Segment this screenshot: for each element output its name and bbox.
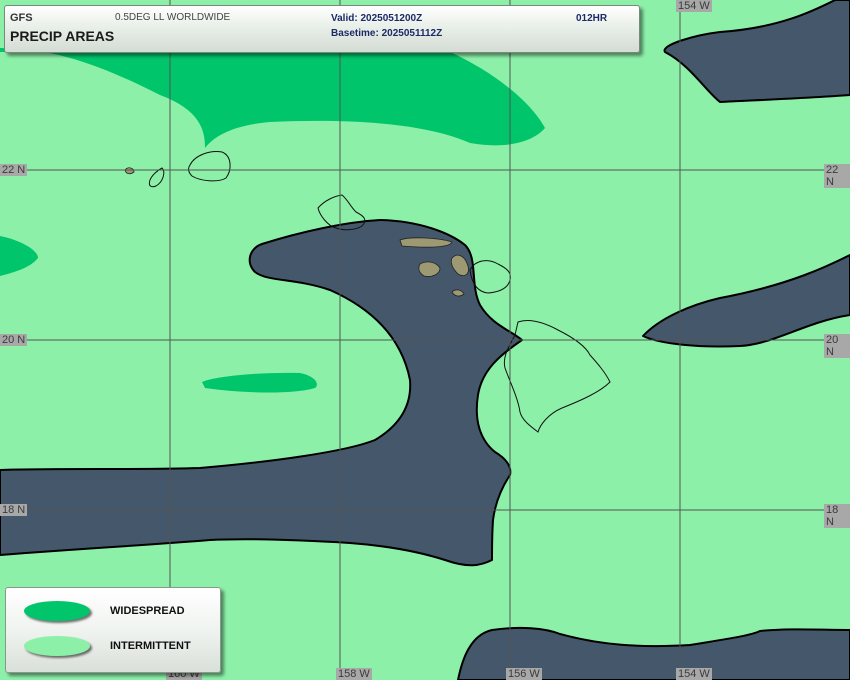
- legend-swatch-widespread: [24, 601, 90, 621]
- legend-label-intermittent: INTERMITTENT: [110, 640, 191, 652]
- valid-time: Valid: 2025051200Z: [331, 13, 423, 24]
- lon-label-top-154w: 154 W: [676, 0, 712, 12]
- map-stage: 154 W 160 W 158 W 156 W 154 W 22 N 20 N …: [0, 0, 850, 680]
- forecast-hour: 012HR: [576, 13, 608, 24]
- precip-map: [0, 0, 850, 680]
- lat-label-right-18n: 18 N: [824, 504, 850, 528]
- product-header: GFS PRECIP AREAS 0.5DEG LL WORLDWIDE Val…: [4, 5, 640, 53]
- land-kaula: [124, 167, 135, 175]
- lon-label-bottom-154w: 154 W: [676, 668, 712, 680]
- lon-label-bottom-158w: 158 W: [336, 668, 372, 680]
- legend-swatch-intermittent: [24, 636, 90, 656]
- lat-label-left-20n: 20 N: [0, 334, 28, 346]
- grid-description: 0.5DEG LL WORLDWIDE: [115, 12, 231, 23]
- lat-label-right-22n: 22 N: [824, 164, 850, 188]
- lon-label-bottom-156w: 156 W: [506, 668, 542, 680]
- lat-label-left-18n: 18 N: [0, 504, 28, 516]
- legend: WIDESPREAD INTERMITTENT: [5, 587, 221, 673]
- base-time: Basetime: 2025051112Z: [331, 28, 443, 39]
- lat-label-left-22n: 22 N: [0, 164, 28, 176]
- lat-label-right-20n: 20 N: [824, 334, 850, 358]
- legend-label-widespread: WIDESPREAD: [110, 605, 185, 617]
- product-title: PRECIP AREAS: [10, 28, 115, 44]
- model-name: GFS: [10, 12, 33, 24]
